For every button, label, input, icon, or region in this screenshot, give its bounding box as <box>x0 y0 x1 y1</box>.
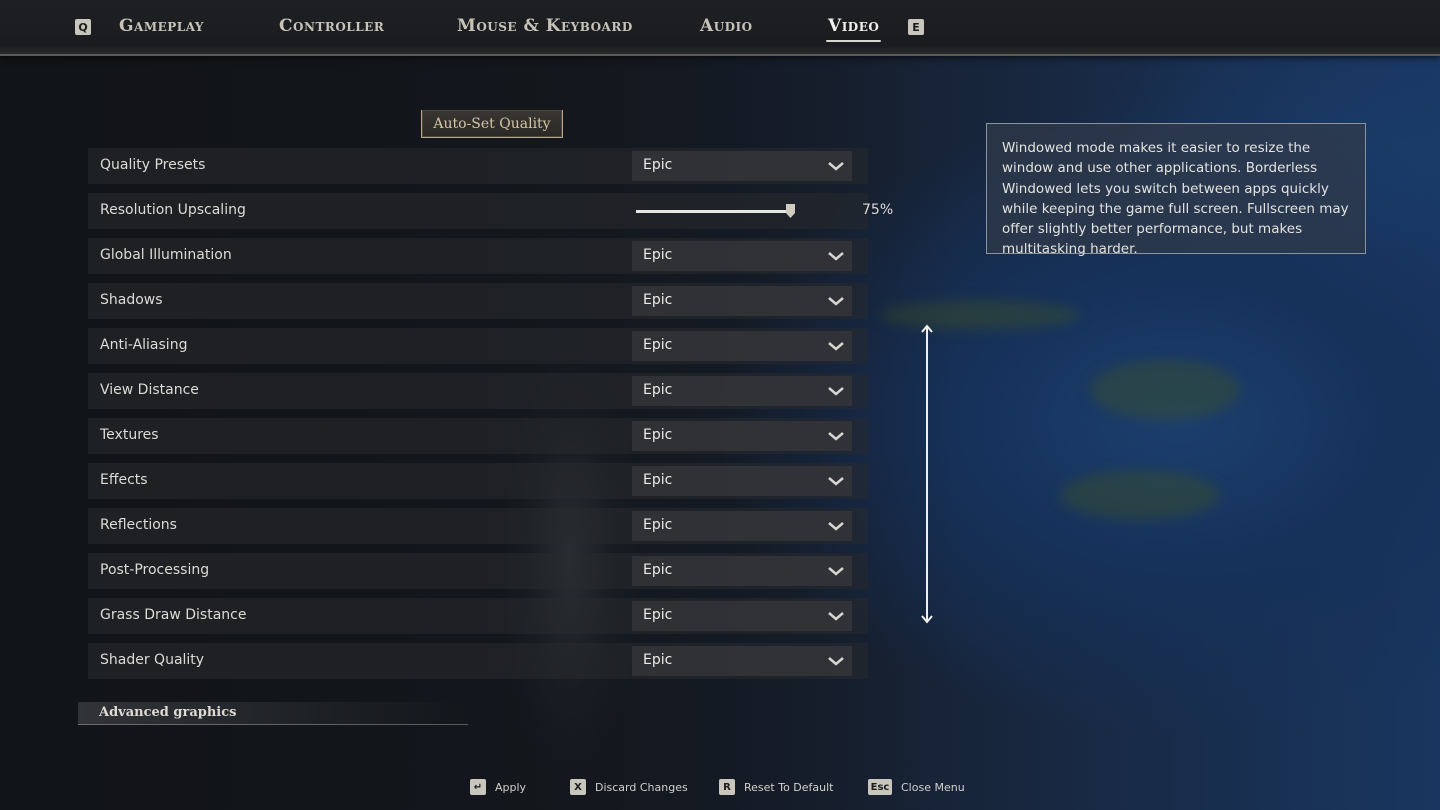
chevron-down-icon <box>828 657 844 666</box>
global-illumination-dropdown[interactable]: Epic <box>632 241 852 271</box>
setting-row-reflections[interactable]: Reflections Epic <box>88 508 868 544</box>
shader-quality-dropdown[interactable]: Epic <box>632 646 852 676</box>
setting-row-view-distance[interactable]: View Distance Epic <box>88 373 868 409</box>
chevron-down-icon <box>828 612 844 621</box>
tab-gameplay[interactable]: Gameplay <box>119 16 204 36</box>
reset-to-default-hint[interactable]: R Reset To Default <box>719 778 834 796</box>
setting-row-post-processing[interactable]: Post-Processing Epic <box>88 553 868 589</box>
setting-label: Reflections <box>100 517 177 533</box>
dropdown-value: Epic <box>643 472 673 488</box>
setting-label: Post-Processing <box>100 562 210 578</box>
dropdown-value: Epic <box>643 157 673 173</box>
setting-label: Effects <box>100 472 148 488</box>
settings-tab-bar: Q Gameplay Controller Mouse & Keyboard A… <box>0 0 1440 56</box>
close-menu-label: Close Menu <box>901 780 965 794</box>
reset-to-default-label: Reset To Default <box>744 780 834 794</box>
setting-row-quality-presets[interactable]: Quality Presets Epic <box>88 148 868 184</box>
setting-row-textures[interactable]: Textures Epic <box>88 418 868 454</box>
advanced-graphics-section[interactable]: Advanced graphics <box>78 702 468 725</box>
upscaling-value: 75% <box>862 202 894 218</box>
setting-label: Textures <box>100 427 159 443</box>
upscaling-slider-thumb[interactable] <box>786 204 795 218</box>
reflections-dropdown[interactable]: Epic <box>632 511 852 541</box>
dropdown-value: Epic <box>643 382 673 398</box>
quality-presets-dropdown[interactable]: Epic <box>632 151 852 181</box>
chevron-down-icon <box>828 342 844 351</box>
advanced-graphics-label: Advanced graphics <box>99 705 237 720</box>
dropdown-value: Epic <box>643 607 673 623</box>
tab-controller[interactable]: Controller <box>279 16 384 36</box>
r-key-icon: R <box>719 779 735 795</box>
post-processing-dropdown[interactable]: Epic <box>632 556 852 586</box>
close-menu-hint[interactable]: Esc Close Menu <box>868 778 965 796</box>
tab-video[interactable]: Video <box>825 16 882 42</box>
apply-label: Apply <box>495 780 527 794</box>
dropdown-value: Epic <box>643 337 673 353</box>
effects-dropdown[interactable]: Epic <box>632 466 852 496</box>
view-distance-dropdown[interactable]: Epic <box>632 376 852 406</box>
chevron-down-icon <box>828 387 844 396</box>
setting-row-global-illumination[interactable]: Global Illumination Epic <box>88 238 868 274</box>
setting-label: Quality Presets <box>100 157 206 173</box>
dropdown-value: Epic <box>643 427 673 443</box>
setting-row-resolution-upscaling[interactable]: Resolution Upscaling 75% <box>88 193 893 229</box>
tab-audio[interactable]: Audio <box>700 16 753 36</box>
setting-label: Resolution Upscaling <box>100 202 246 218</box>
next-tab-key[interactable]: E <box>908 19 924 35</box>
discard-changes-label: Discard Changes <box>595 780 688 794</box>
chevron-down-icon <box>828 477 844 486</box>
background-seaweed <box>1060 470 1220 520</box>
setting-label: Shadows <box>100 292 163 308</box>
esc-key-icon: Esc <box>868 779 892 795</box>
chevron-down-icon <box>828 252 844 261</box>
setting-label: Shader Quality <box>100 652 205 668</box>
setting-row-grass-draw-distance[interactable]: Grass Draw Distance Epic <box>88 598 868 634</box>
tab-mouse-keyboard[interactable]: Mouse & Keyboard <box>457 16 633 36</box>
auto-set-quality-button[interactable]: Auto-Set Quality <box>421 110 563 138</box>
dropdown-value: Epic <box>643 517 673 533</box>
setting-description-panel: Windowed mode makes it easier to resize … <box>986 123 1366 257</box>
setting-label: Grass Draw Distance <box>100 607 247 623</box>
prev-tab-key[interactable]: Q <box>75 19 91 35</box>
discard-changes-hint[interactable]: X Discard Changes <box>570 778 688 796</box>
chevron-down-icon <box>828 522 844 531</box>
setting-label: Global Illumination <box>100 247 232 263</box>
settings-scrollbar[interactable] <box>918 323 936 625</box>
dropdown-value: Epic <box>643 292 673 308</box>
textures-dropdown[interactable]: Epic <box>632 421 852 451</box>
apply-hint[interactable]: ↵ Apply <box>470 778 526 796</box>
grass-draw-distance-dropdown[interactable]: Epic <box>632 601 852 631</box>
chevron-down-icon <box>828 432 844 441</box>
chevron-down-icon <box>828 162 844 171</box>
setting-label: View Distance <box>100 382 199 398</box>
dropdown-value: Epic <box>643 562 673 578</box>
setting-label: Anti-Aliasing <box>100 337 188 353</box>
setting-row-anti-aliasing[interactable]: Anti-Aliasing Epic <box>88 328 868 364</box>
setting-row-shadows[interactable]: Shadows Epic <box>88 283 868 319</box>
background-seaweed <box>1090 360 1240 420</box>
upscaling-slider-track[interactable] <box>636 210 790 213</box>
enter-key-icon: ↵ <box>470 779 486 795</box>
chevron-down-icon <box>828 567 844 576</box>
setting-row-shader-quality[interactable]: Shader Quality Epic <box>88 643 868 679</box>
x-key-icon: X <box>570 779 586 795</box>
anti-aliasing-dropdown[interactable]: Epic <box>632 331 852 361</box>
shadows-dropdown[interactable]: Epic <box>632 286 852 316</box>
setting-row-effects[interactable]: Effects Epic <box>88 463 868 499</box>
dropdown-value: Epic <box>643 247 673 263</box>
dropdown-value: Epic <box>643 652 673 668</box>
chevron-down-icon <box>828 297 844 306</box>
